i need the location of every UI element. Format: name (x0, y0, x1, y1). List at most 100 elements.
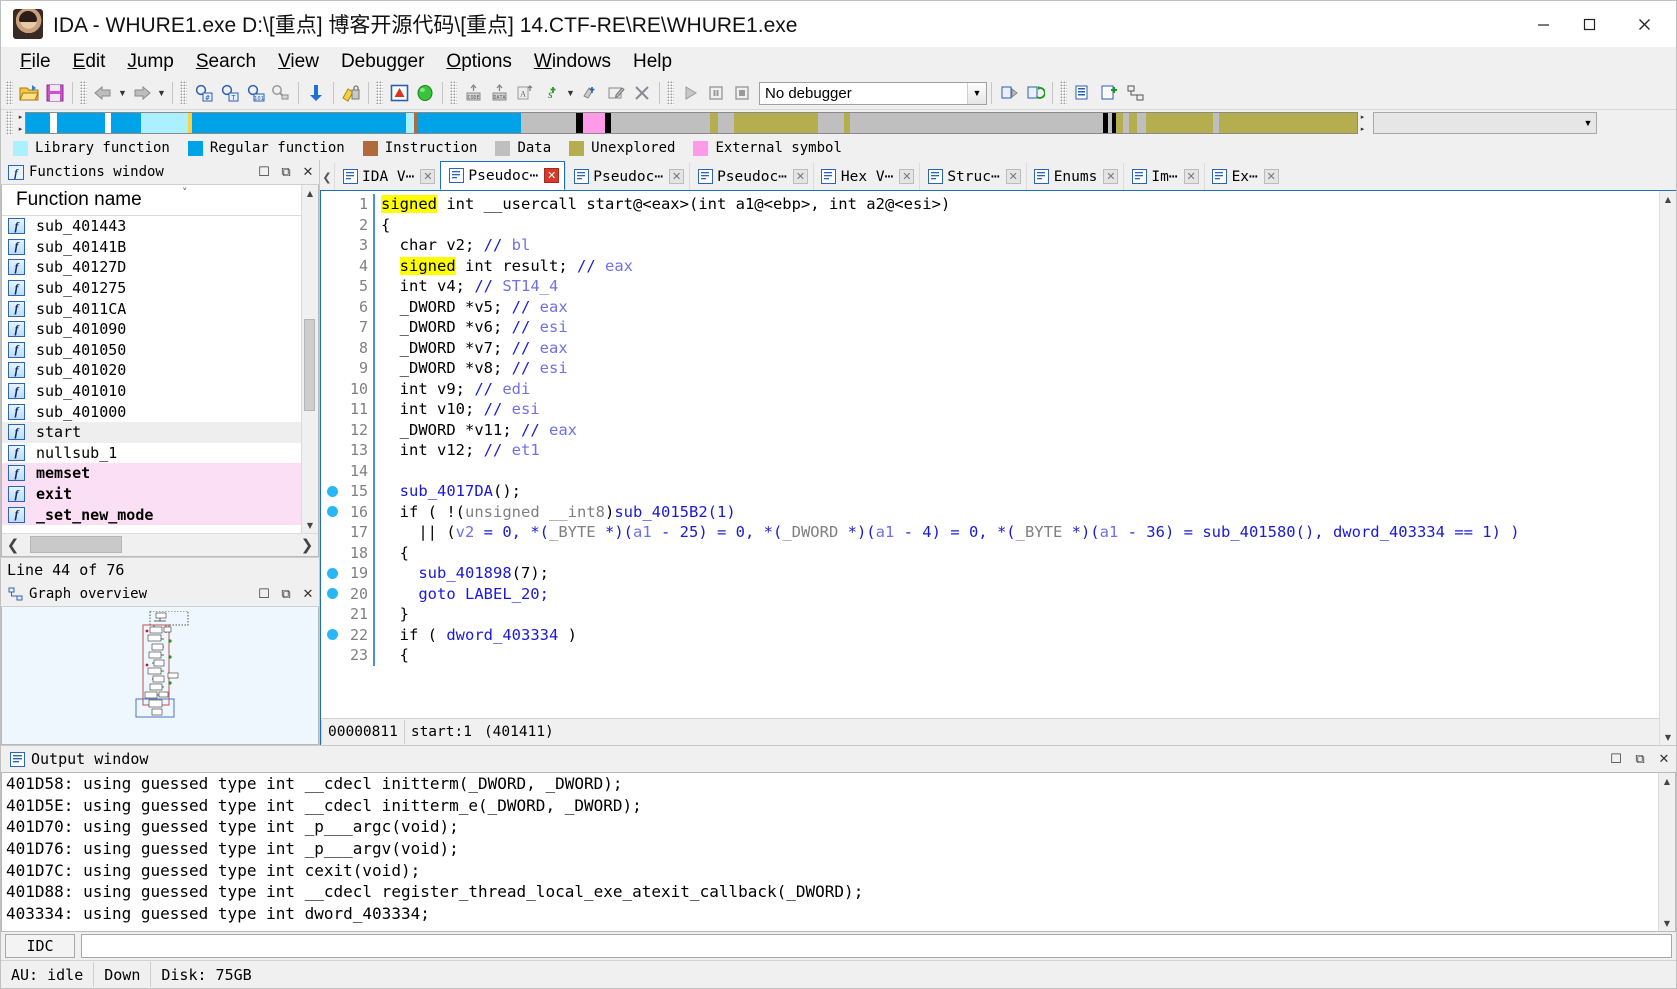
breakpoint-dot-icon[interactable] (326, 629, 338, 641)
scroll-up-icon[interactable]: ▲ (1660, 191, 1676, 207)
edit-function-icon[interactable] (603, 80, 629, 106)
navband-segment[interactable] (418, 113, 521, 133)
navband-segment[interactable] (850, 113, 1103, 133)
tab-struc[interactable]: Struc⋯ ✕ (919, 163, 1026, 190)
function-list-item[interactable]: f nullsub_1 (2, 443, 301, 464)
chevron-down-icon[interactable]: ▼ (1580, 118, 1596, 128)
menu-file[interactable]: File (9, 50, 62, 74)
scroll-down-icon[interactable]: ▼ (1660, 729, 1676, 745)
breakpoint-marker[interactable] (321, 588, 343, 600)
graph-close-button[interactable]: ✕ (297, 583, 319, 605)
functions-restore-button[interactable]: ⧉ (275, 161, 297, 183)
navband-grip[interactable] (6, 111, 13, 135)
functions-horizontal-scrollbar[interactable]: ❮ ❯ (2, 533, 318, 556)
make-code-icon[interactable]: CODE (460, 80, 486, 106)
tab-close-icon[interactable]: ✕ (1263, 169, 1279, 184)
graph-icon[interactable] (1122, 80, 1148, 106)
tab-hexv[interactable]: Hex V⋯ ✕ (812, 163, 920, 190)
output-restore-button[interactable]: ⧉ (1628, 747, 1652, 771)
pseudocode-text[interactable]: 1 signed int __usercall start@<eax>(int a… (321, 191, 1659, 718)
function-list-item[interactable]: f exit (2, 483, 301, 505)
tab-idav[interactable]: IDA V⋯ ✕ (334, 163, 441, 190)
pseudocode-vertical-scrollbar[interactable]: ▲ ▼ (1659, 191, 1676, 745)
navband-segment[interactable] (111, 113, 141, 133)
tab-enums[interactable]: Enums ✕ (1025, 163, 1124, 190)
sync-icon[interactable] (1022, 80, 1048, 106)
close-button[interactable] (1612, 2, 1676, 46)
functions-close-button[interactable]: ✕ (297, 161, 319, 183)
toolbar-grip-2[interactable] (80, 81, 87, 105)
search-binary-icon[interactable]: 101 (242, 80, 268, 106)
navband-segment[interactable] (583, 113, 605, 133)
quick-view-icon[interactable] (996, 80, 1022, 106)
function-list-item[interactable]: f _set_new_mode (2, 504, 301, 525)
scroll-down-icon[interactable]: ▼ (1659, 915, 1675, 931)
tab-close-icon[interactable]: ✕ (420, 169, 436, 184)
toolbar-grip-6[interactable] (667, 81, 674, 105)
code-line[interactable]: 15 sub_4017DA(); (321, 481, 1659, 502)
warning-icon[interactable] (386, 80, 412, 106)
make-struct-icon[interactable]: s (538, 80, 564, 106)
breakpoint-dot-icon[interactable] (326, 567, 338, 579)
scroll-up-icon[interactable]: ▲ (302, 185, 318, 201)
code-line[interactable]: 16 if ( !(unsigned __int8)sub_4015B2(1) (321, 501, 1659, 522)
breakpoint-marker[interactable] (321, 485, 343, 497)
breakpoint-dot-icon[interactable] (326, 588, 338, 600)
tab-close-icon[interactable]: ✕ (1183, 169, 1199, 184)
navband-segment[interactable] (406, 113, 414, 133)
navband-segment[interactable] (521, 113, 576, 133)
navband-segment[interactable] (734, 113, 818, 133)
pause-icon[interactable] (703, 80, 729, 106)
toolbar-grip-7[interactable] (1060, 81, 1067, 105)
code-line[interactable]: 21 } (321, 604, 1659, 625)
function-list-item[interactable]: f sub_4011CA (2, 298, 301, 319)
struct-dropdown-icon[interactable]: ▼ (564, 80, 577, 106)
code-line[interactable]: 8 _DWORD *v7; // eax (321, 337, 1659, 358)
tab-close-icon[interactable]: ✕ (1005, 169, 1021, 184)
tab-pseudoc[interactable]: Pseudoc⋯ ✕ (565, 163, 690, 190)
menu-options[interactable]: Options (435, 50, 522, 74)
green-circle-icon[interactable] (412, 80, 438, 106)
functions-hscroll-track[interactable] (24, 535, 296, 555)
code-line[interactable]: 20 goto LABEL_20; (321, 583, 1659, 604)
forward-dropdown-icon[interactable]: ▼ (155, 80, 168, 106)
function-list-item[interactable]: f sub_40141B (2, 237, 301, 258)
output-close-button[interactable]: ✕ (1652, 747, 1676, 771)
function-list-item[interactable]: f sub_401443 (2, 216, 301, 237)
navband-segment[interactable] (50, 113, 57, 133)
scroll-down-icon[interactable]: ▼ (302, 517, 318, 533)
tab-pseudoc[interactable]: Pseudoc⋯ ✕ (689, 163, 813, 190)
functions-maximize-button[interactable]: ☐ (253, 161, 275, 183)
function-list-item[interactable]: f sub_401010 (2, 381, 301, 402)
code-line[interactable]: 5 int v4; // ST14_4 (321, 276, 1659, 297)
code-line[interactable]: 23 { (321, 645, 1659, 666)
toolbar-grip[interactable] (6, 81, 13, 105)
navband-segment[interactable] (1129, 113, 1137, 133)
tab-im[interactable]: Im⋯ ✕ (1123, 163, 1204, 190)
code-line[interactable]: 22 if ( dword_403334 ) (321, 624, 1659, 645)
navband-segment[interactable] (718, 113, 734, 133)
code-line[interactable]: 17 || (v2 = 0, *(_BYTE *)(a1 - 25) = 0, … (321, 522, 1659, 543)
search-hash-icon[interactable]: # (190, 80, 216, 106)
code-line[interactable]: 6 _DWORD *v5; // eax (321, 296, 1659, 317)
new-window-icon[interactable] (1096, 80, 1122, 106)
navband-segment[interactable] (1116, 113, 1123, 133)
make-ascii-icon[interactable]: A (512, 80, 538, 106)
navband-segment[interactable] (1219, 113, 1357, 133)
function-list-item[interactable]: f sub_401000 (2, 401, 301, 422)
tab-close-icon[interactable]: ✕ (1103, 169, 1119, 184)
stop-icon[interactable] (729, 80, 755, 106)
function-list-item[interactable]: f memset (2, 463, 301, 484)
menu-search[interactable]: Search (185, 50, 267, 74)
back-arrow-icon[interactable] (90, 80, 116, 106)
output-log[interactable]: 401D58: using guessed type int __cdecl i… (2, 773, 1658, 931)
navigator-band[interactable] (25, 112, 1358, 134)
scroll-up-icon[interactable]: ▲ (1659, 773, 1675, 789)
navband-handle-right[interactable]: ▸ ▸ (1358, 112, 1367, 134)
navband-segment[interactable] (611, 113, 710, 133)
graph-overview-canvas[interactable] (1, 607, 319, 745)
menu-view[interactable]: View (267, 50, 330, 74)
undefine-icon[interactable] (577, 80, 603, 106)
code-line[interactable]: 11 int v10; // esi (321, 399, 1659, 420)
menu-help[interactable]: Help (622, 50, 683, 74)
